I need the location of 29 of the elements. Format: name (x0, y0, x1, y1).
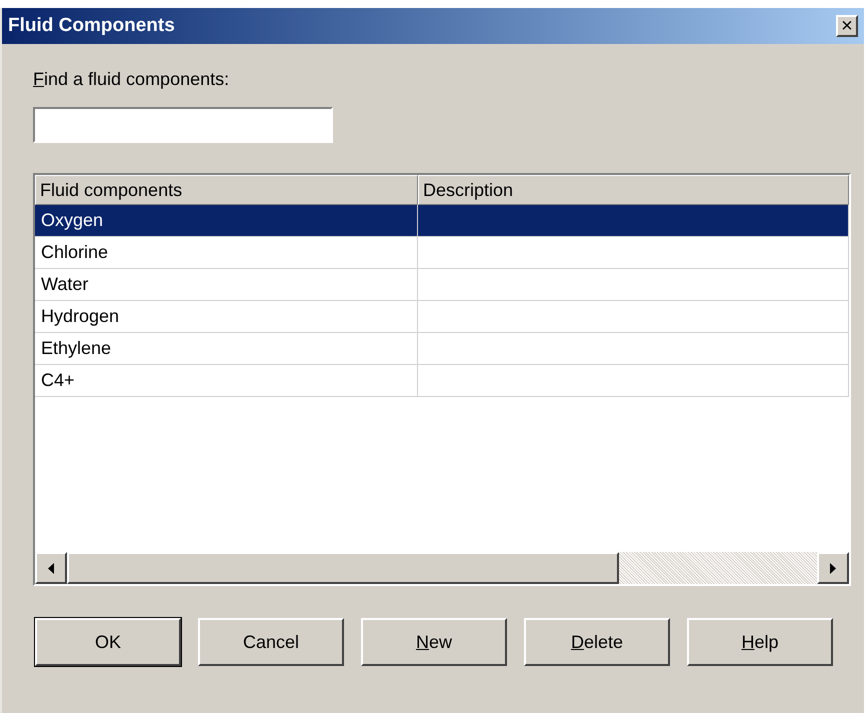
table-cell-text: Water (41, 273, 88, 296)
right-arrow-icon (830, 562, 836, 574)
table-row[interactable]: Water (35, 269, 849, 301)
table-cell-text: C4+ (41, 369, 75, 392)
table-cell-text: Oxygen (41, 209, 104, 232)
search-label: Find a fluid components: (33, 68, 230, 91)
dialog-button[interactable]: New (361, 618, 507, 666)
table-row[interactable]: Hydrogen (35, 301, 849, 333)
dialog-button[interactable]: Delete (524, 618, 670, 666)
table-row[interactable]: C4+ (35, 365, 849, 397)
column-header[interactable]: Description (418, 175, 849, 205)
column-header[interactable]: Fluid components (35, 175, 418, 205)
left-arrow-icon (48, 562, 54, 574)
dialog-button[interactable]: OK (35, 618, 181, 666)
table-cell-text: Ethylene (41, 337, 112, 360)
table-row[interactable]: Ethylene (35, 333, 849, 365)
close-button[interactable]: × (836, 15, 858, 37)
scroll-left-button[interactable] (35, 552, 67, 584)
search-field[interactable] (33, 107, 333, 143)
scroll-thumb[interactable] (67, 552, 619, 584)
table-cell-text: Chlorine (41, 241, 108, 264)
table-row[interactable]: Chlorine (35, 237, 849, 269)
window-title: Fluid Components (8, 14, 175, 38)
table-row[interactable]: Oxygen (35, 205, 849, 237)
dialog-button[interactable]: Help (687, 618, 833, 666)
horizontal-scrollbar[interactable] (35, 552, 849, 584)
dialog-button[interactable]: Cancel (198, 618, 344, 666)
table-cell-text: Hydrogen (41, 305, 120, 328)
scroll-right-button[interactable] (817, 552, 849, 584)
